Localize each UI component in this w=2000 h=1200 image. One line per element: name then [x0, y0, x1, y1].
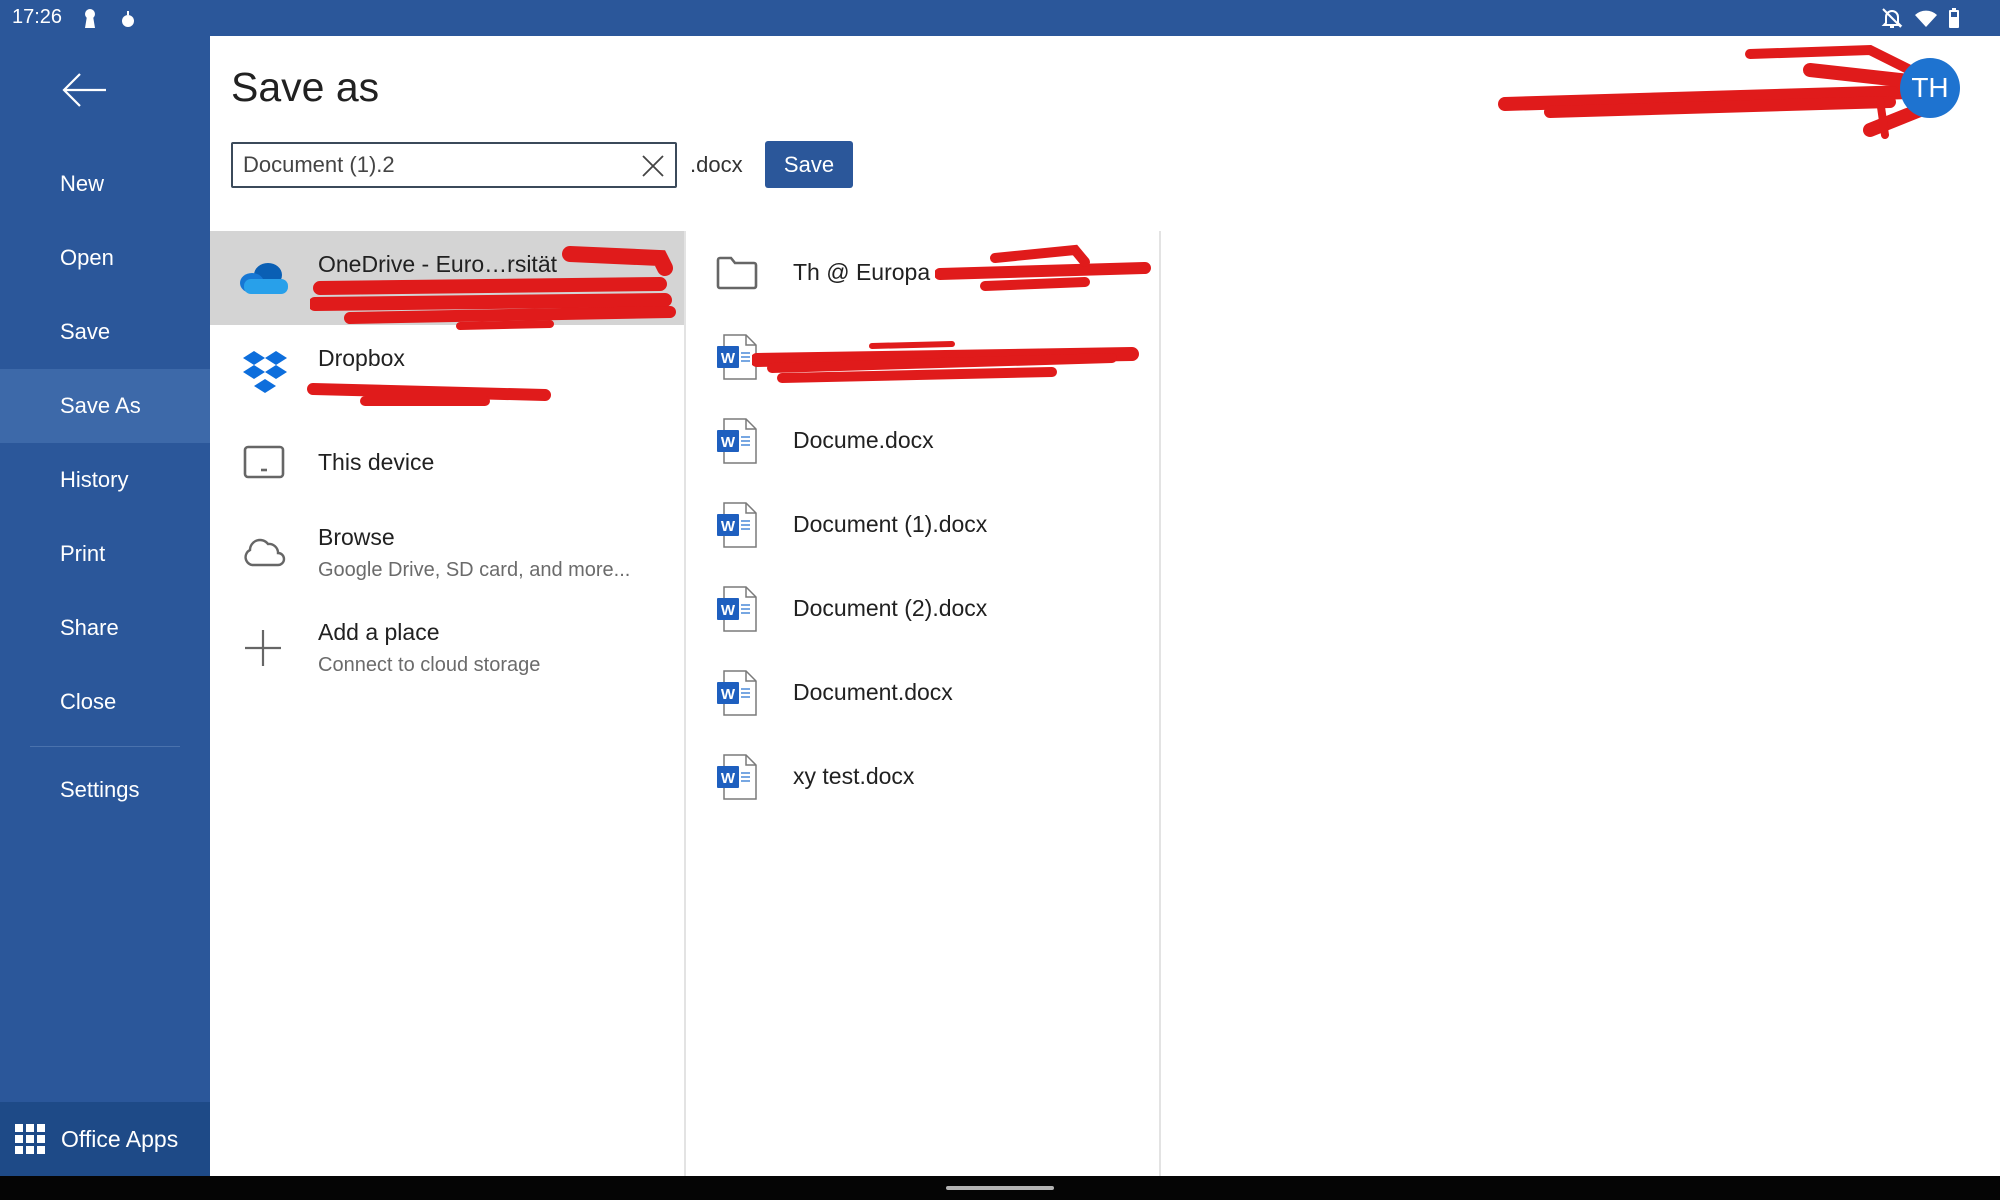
menu-item-label: History	[60, 467, 129, 492]
menu-item-label: New	[60, 171, 105, 196]
arrow-left-icon	[62, 73, 106, 107]
menu-item-save-as[interactable]: Save As	[0, 369, 210, 443]
office-apps-label: Office Apps	[61, 1125, 179, 1152]
svg-text:W: W	[721, 434, 736, 451]
file-name: Document (2).docx	[793, 595, 988, 621]
app-grid-icon	[15, 1124, 45, 1154]
menu-item-close[interactable]: Close	[0, 665, 210, 739]
file-name: Document (1).docx	[793, 511, 988, 537]
menu-item-label: Save As	[60, 393, 141, 418]
avatar-initials: TH	[1911, 72, 1949, 103]
cloud-outline-icon	[244, 538, 286, 567]
word-document-icon: W	[717, 586, 757, 632]
folder-row[interactable]: Th @ Europa	[686, 230, 1159, 314]
tablet-icon	[243, 445, 285, 479]
drop-icon	[122, 11, 134, 27]
status-bar: 17:26	[0, 0, 2000, 36]
word-document-icon: W	[717, 670, 757, 716]
menu-item-save[interactable]: Save	[0, 295, 210, 369]
menu-item-history[interactable]: History	[0, 443, 210, 517]
place-subtitle: Google Drive, SD card, and more...	[318, 559, 631, 581]
word-document-icon: W	[717, 418, 757, 464]
place-title: Browse	[318, 524, 395, 550]
system-nav-bar	[0, 1176, 2000, 1200]
place-title: This device	[318, 449, 435, 475]
menu-divider	[30, 746, 180, 747]
place-onedrive[interactable]: OneDrive - Euro…rsität	[210, 231, 684, 325]
svg-text:W: W	[721, 518, 736, 535]
back-button[interactable]	[50, 56, 118, 124]
onedrive-icon	[240, 263, 288, 294]
word-document-icon: W	[717, 502, 757, 548]
file-row[interactable]: W Document (1).docx	[686, 482, 1159, 566]
place-title: Dropbox	[318, 345, 405, 371]
file-row[interactable]: W xy test.docx	[686, 734, 1159, 818]
place-title: OneDrive - Euro…rsität	[318, 251, 558, 277]
status-time: 17:26	[12, 6, 63, 28]
svg-text:W: W	[721, 350, 736, 367]
menu-item-label: Settings	[60, 777, 140, 802]
menu-item-open[interactable]: Open	[0, 221, 210, 295]
close-icon	[642, 155, 664, 177]
keyhole-icon	[85, 9, 95, 28]
plus-icon	[245, 630, 281, 666]
save-button[interactable]: Save	[765, 141, 853, 188]
place-this-device[interactable]: This device	[210, 419, 684, 503]
menu-item-label: Print	[60, 541, 106, 566]
column-divider	[1159, 231, 1161, 1176]
redaction-mark	[1498, 44, 1930, 139]
avatar[interactable]: TH	[1900, 58, 1960, 118]
menu-item-new[interactable]: New	[0, 147, 210, 221]
file-row[interactable]: W	[686, 314, 1159, 398]
file-extension-label: .docx	[690, 152, 743, 177]
battery-icon	[1949, 8, 1959, 28]
menu-item-share[interactable]: Share	[0, 591, 210, 665]
svg-text:W: W	[721, 602, 736, 619]
sidebar: New Open Save Save As History Print Shar…	[0, 36, 210, 1176]
home-gesture-handle[interactable]	[946, 1186, 1054, 1190]
menu-item-label: Close	[60, 689, 117, 714]
page-title: Save as	[231, 64, 380, 110]
file-name: Docume.docx	[793, 427, 934, 453]
menu-item-settings[interactable]: Settings	[0, 753, 210, 827]
place-subtitle: Connect to cloud storage	[318, 654, 541, 676]
place-browse[interactable]: Browse Google Drive, SD card, and more..…	[210, 503, 684, 599]
office-apps-button[interactable]: Office Apps	[0, 1102, 210, 1176]
folder-icon	[716, 256, 758, 290]
notifications-off-icon	[1881, 8, 1903, 28]
file-name: Th @ Europa	[793, 259, 931, 285]
file-name: Document.docx	[793, 679, 953, 705]
file-row[interactable]: W Docume.docx	[686, 398, 1159, 482]
place-add-a-place[interactable]: Add a place Connect to cloud storage	[210, 599, 684, 695]
place-dropbox[interactable]: Dropbox	[210, 325, 684, 419]
file-row[interactable]: W Document.docx	[686, 650, 1159, 734]
filename-input[interactable]	[243, 144, 623, 186]
wifi-icon	[1915, 10, 1937, 27]
filename-field[interactable]	[231, 142, 677, 188]
dropbox-icon	[243, 351, 287, 393]
menu-item-label: Open	[60, 245, 114, 270]
clear-button[interactable]	[637, 150, 669, 182]
menu-item-print[interactable]: Print	[0, 517, 210, 591]
svg-text:W: W	[721, 770, 736, 787]
word-document-icon: W	[717, 754, 757, 800]
svg-text:W: W	[721, 686, 736, 703]
word-document-icon: W	[717, 334, 757, 380]
place-title: Add a place	[318, 619, 440, 645]
file-row[interactable]: W Document (2).docx	[686, 566, 1159, 650]
menu-item-label: Share	[60, 615, 119, 640]
file-name: xy test.docx	[793, 763, 915, 789]
menu-item-label: Save	[60, 319, 111, 344]
